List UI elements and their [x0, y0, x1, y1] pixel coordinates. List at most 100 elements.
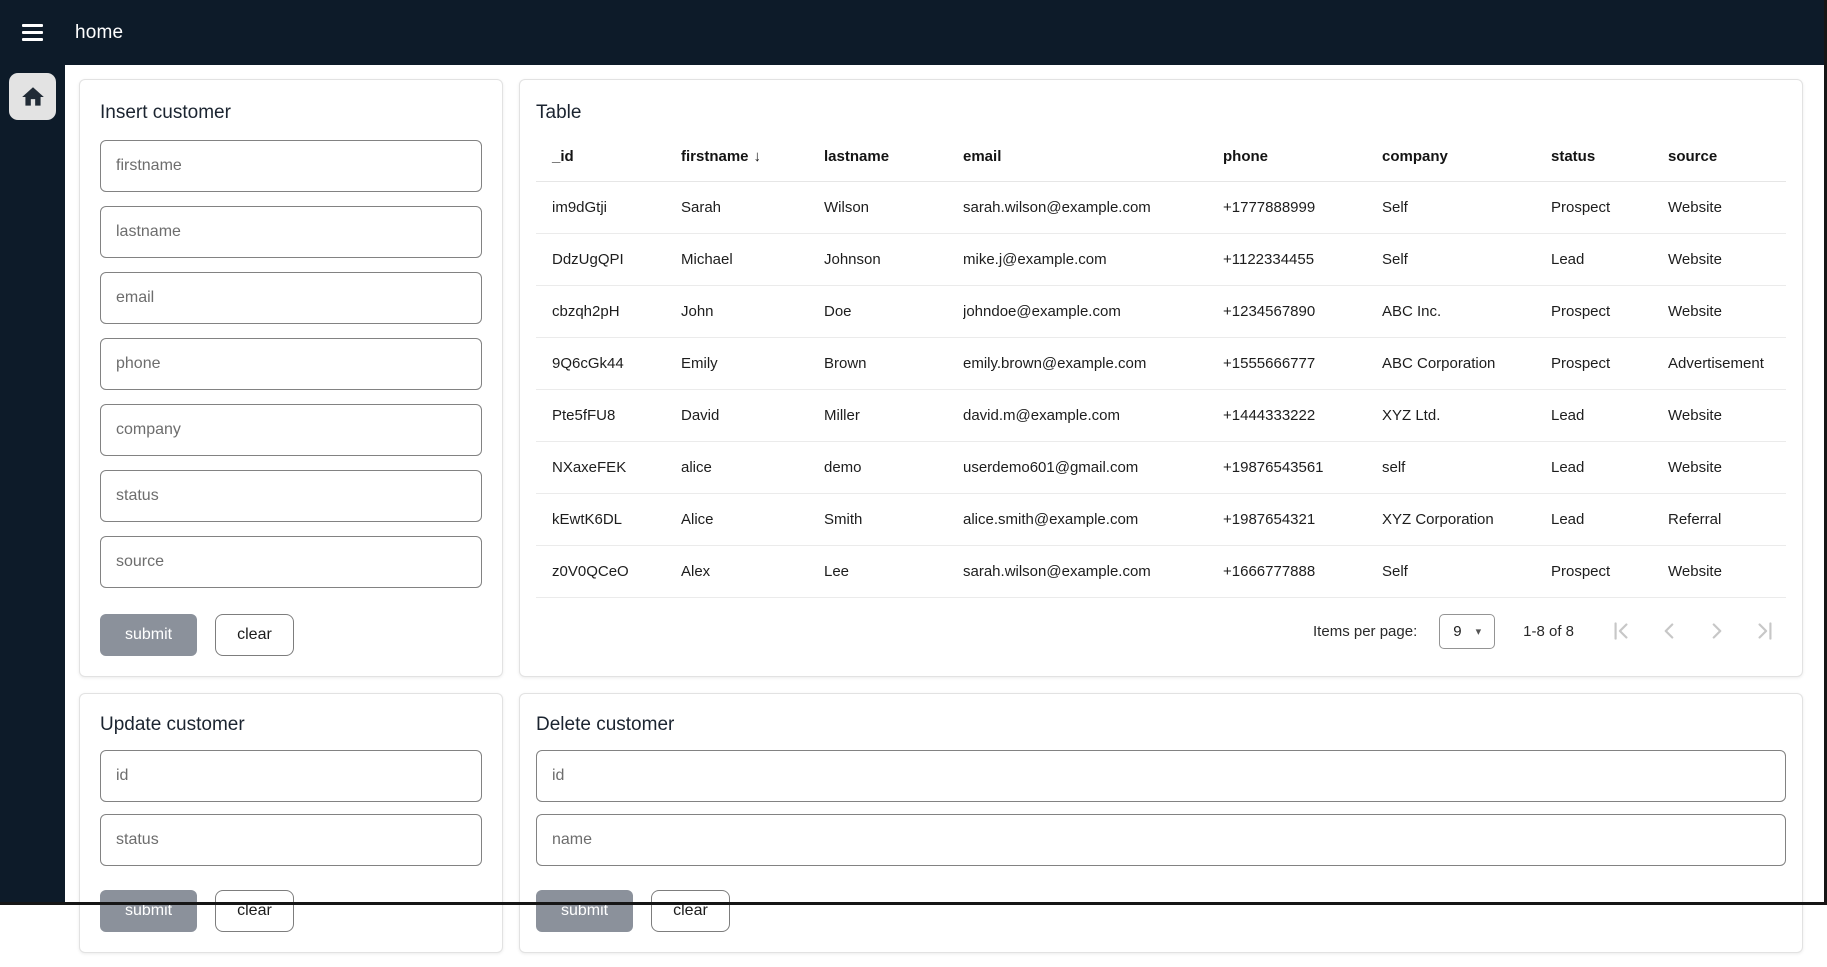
menu-button[interactable]: [0, 0, 64, 65]
update-clear-button[interactable]: clear: [215, 890, 294, 932]
insert-submit-button[interactable]: submit: [100, 614, 197, 656]
first-page-button[interactable]: [1600, 610, 1642, 652]
update-id-input[interactable]: [100, 750, 482, 802]
cell-phone: +1777888999: [1223, 182, 1382, 234]
update-status-input[interactable]: [100, 814, 482, 866]
cell-email: emily.brown@example.com: [963, 338, 1223, 390]
insert-clear-button[interactable]: clear: [215, 614, 294, 656]
sort-descending-icon: ↓: [754, 148, 762, 165]
cell-lastname: demo: [824, 442, 963, 494]
email-input[interactable]: [100, 272, 482, 324]
cell-status: Prospect: [1551, 338, 1668, 390]
cell-firstname: John: [681, 286, 824, 338]
cell-status: Prospect: [1551, 286, 1668, 338]
cell-lastname: Lee: [824, 546, 963, 598]
update-customer-card: Update customer submit clear: [79, 693, 503, 953]
cell-phone: +19876543561: [1223, 442, 1382, 494]
chevron-down-icon: ▾: [1476, 625, 1482, 638]
cell-status: Lead: [1551, 442, 1668, 494]
main-content: Insert customer submit clear Table: [65, 65, 1827, 967]
previous-page-button[interactable]: [1648, 610, 1690, 652]
last-page-icon: [1752, 618, 1778, 644]
column-header-email[interactable]: email: [963, 132, 1223, 182]
cell-status: Lead: [1551, 494, 1668, 546]
cell-company: Self: [1382, 182, 1551, 234]
cell-phone: +1122334455: [1223, 234, 1382, 286]
lastname-input[interactable]: [100, 206, 482, 258]
table-card-title: Table: [536, 94, 1786, 126]
cell-firstname: Alice: [681, 494, 824, 546]
page-size-select[interactable]: 9 ▾: [1439, 614, 1495, 649]
cell-phone: +1234567890: [1223, 286, 1382, 338]
cell-company: ABC Inc.: [1382, 286, 1551, 338]
column-header-firstname-label: firstname: [681, 148, 749, 165]
column-header-id[interactable]: _id: [536, 132, 681, 182]
insert-card-title: Insert customer: [100, 94, 482, 126]
update-card-title: Update customer: [100, 708, 482, 738]
sidebar: [0, 65, 65, 905]
cell-firstname: Michael: [681, 234, 824, 286]
sidebar-item-home[interactable]: [9, 73, 56, 120]
cell-firstname: David: [681, 390, 824, 442]
cell-lastname: Doe: [824, 286, 963, 338]
column-header-status[interactable]: status: [1551, 132, 1668, 182]
delete-submit-button[interactable]: submit: [536, 890, 633, 932]
status-input[interactable]: [100, 470, 482, 522]
source-input[interactable]: [100, 536, 482, 588]
cell-phone: +1987654321: [1223, 494, 1382, 546]
first-page-icon: [1608, 618, 1634, 644]
cell-status: Prospect: [1551, 546, 1668, 598]
firstname-input[interactable]: [100, 140, 482, 192]
delete-clear-button[interactable]: clear: [651, 890, 730, 932]
cell-email: sarah.wilson@example.com: [963, 182, 1223, 234]
column-header-firstname[interactable]: firstname ↓: [681, 132, 824, 182]
delete-id-input[interactable]: [536, 750, 1786, 802]
company-input[interactable]: [100, 404, 482, 456]
cell-firstname: Sarah: [681, 182, 824, 234]
update-submit-button[interactable]: submit: [100, 890, 197, 932]
cell-lastname: Miller: [824, 390, 963, 442]
cell-phone: +1666777888: [1223, 546, 1382, 598]
cell-email: alice.smith@example.com: [963, 494, 1223, 546]
cell-id: NXaxeFEK: [536, 442, 681, 494]
table-row: Pte5fFU8 David Miller david.m@example.co…: [536, 390, 1786, 442]
table-row: im9dGtji Sarah Wilson sarah.wilson@examp…: [536, 182, 1786, 234]
cell-firstname: Alex: [681, 546, 824, 598]
cell-id: cbzqh2pH: [536, 286, 681, 338]
cell-source: Advertisement: [1668, 338, 1786, 390]
column-header-company[interactable]: company: [1382, 132, 1551, 182]
cell-company: XYZ Ltd.: [1382, 390, 1551, 442]
column-header-lastname[interactable]: lastname: [824, 132, 963, 182]
table-row: NXaxeFEK alice demo userdemo601@gmail.co…: [536, 442, 1786, 494]
cell-email: david.m@example.com: [963, 390, 1223, 442]
column-header-phone[interactable]: phone: [1223, 132, 1382, 182]
cell-source: Website: [1668, 390, 1786, 442]
cell-id: Pte5fFU8: [536, 390, 681, 442]
table-row: kEwtK6DL Alice Smith alice.smith@example…: [536, 494, 1786, 546]
table-row: DdzUgQPI Michael Johnson mike.j@example.…: [536, 234, 1786, 286]
delete-name-input[interactable]: [536, 814, 1786, 866]
cell-lastname: Wilson: [824, 182, 963, 234]
cell-phone: +1444333222: [1223, 390, 1382, 442]
cell-email: mike.j@example.com: [963, 234, 1223, 286]
cell-email: sarah.wilson@example.com: [963, 546, 1223, 598]
hamburger-icon: [22, 24, 43, 41]
cell-company: self: [1382, 442, 1551, 494]
table-card: Table _id firstname ↓ lastname email: [519, 79, 1803, 677]
cell-id: kEwtK6DL: [536, 494, 681, 546]
table-row: z0V0QCeO Alex Lee sarah.wilson@example.c…: [536, 546, 1786, 598]
last-page-button[interactable]: [1744, 610, 1786, 652]
cell-source: Referral: [1668, 494, 1786, 546]
cell-status: Prospect: [1551, 182, 1668, 234]
next-page-button[interactable]: [1696, 610, 1738, 652]
cell-id: 9Q6cGk44: [536, 338, 681, 390]
page-title: home: [75, 22, 123, 44]
customer-table: _id firstname ↓ lastname email phone comp…: [536, 132, 1786, 598]
cell-lastname: Brown: [824, 338, 963, 390]
phone-input[interactable]: [100, 338, 482, 390]
items-per-page-label: Items per page:: [1313, 623, 1417, 640]
cell-id: DdzUgQPI: [536, 234, 681, 286]
table-header-row: _id firstname ↓ lastname email phone comp…: [536, 132, 1786, 182]
column-header-source[interactable]: source: [1668, 132, 1786, 182]
topbar: home: [0, 0, 1827, 65]
